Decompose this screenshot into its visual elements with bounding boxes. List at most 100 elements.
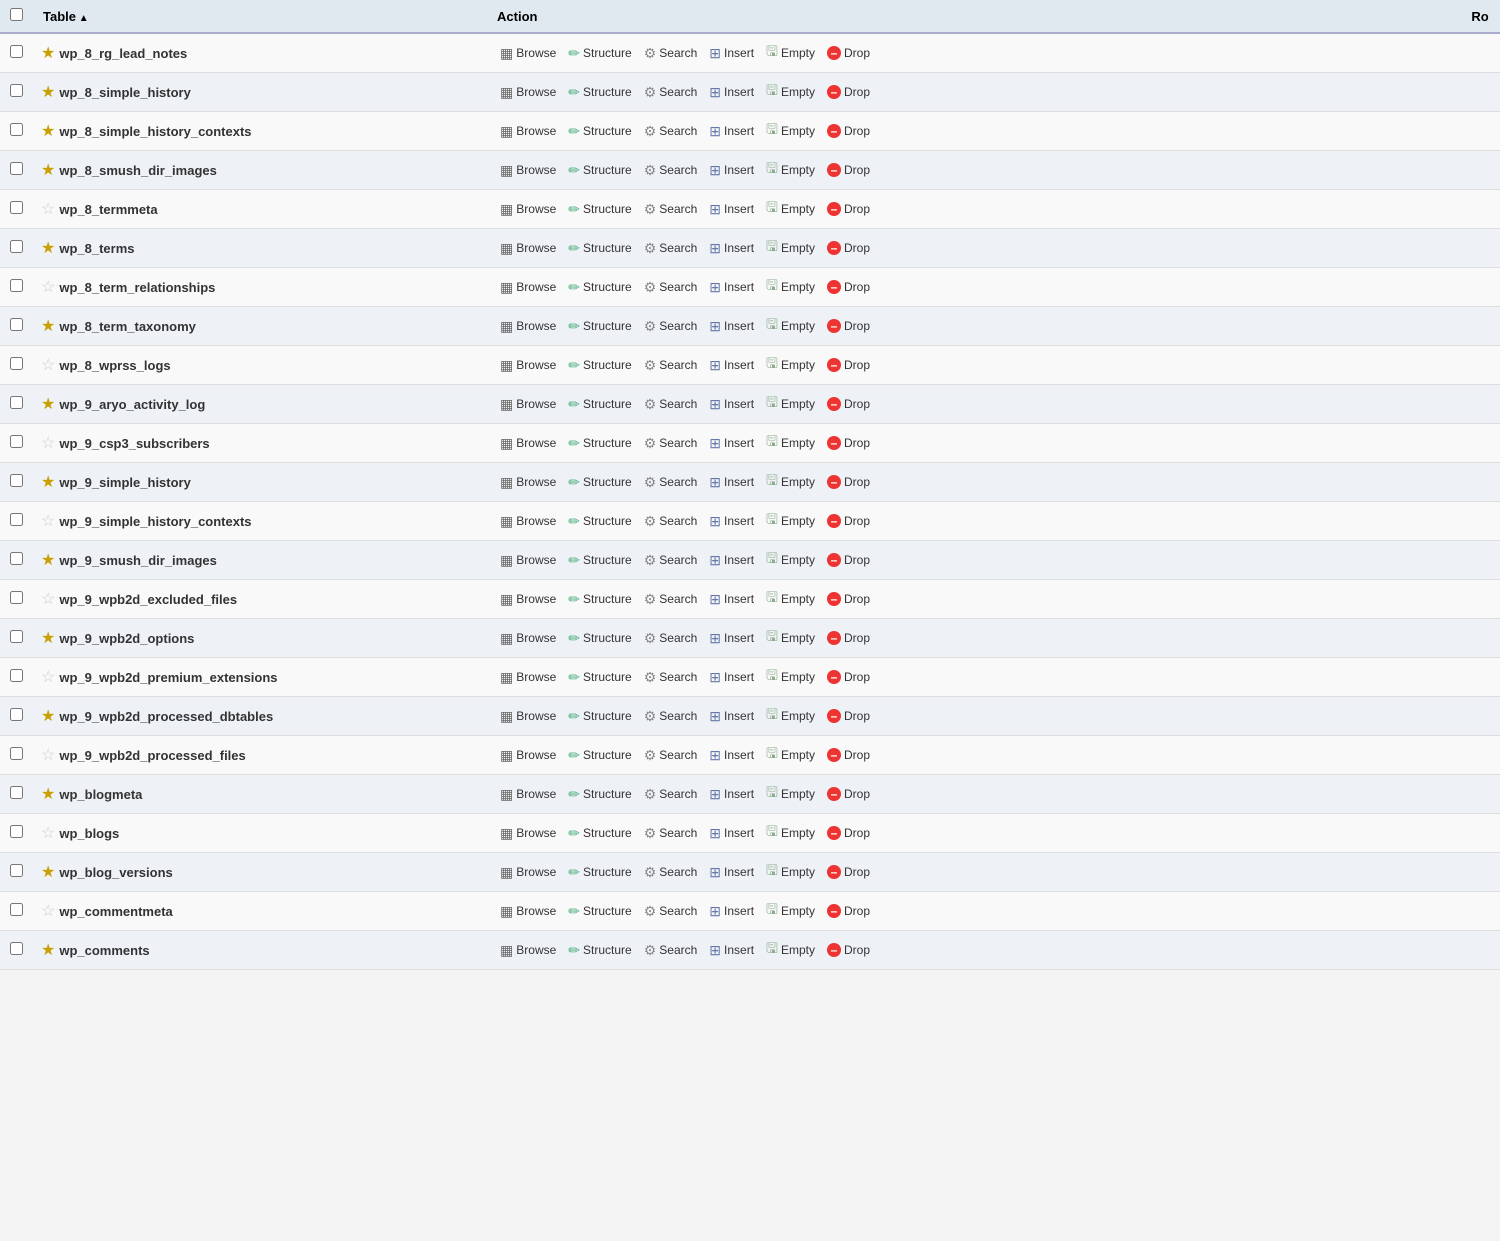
- search-button[interactable]: ⚙ Search: [639, 160, 703, 181]
- star-icon[interactable]: ★: [41, 474, 55, 491]
- drop-button[interactable]: – Drop: [822, 356, 875, 374]
- star-icon[interactable]: ☆: [41, 669, 55, 686]
- insert-button[interactable]: ⊞ Insert: [704, 901, 759, 922]
- browse-button[interactable]: ▦ Browse: [495, 277, 561, 298]
- drop-button[interactable]: – Drop: [822, 707, 875, 725]
- search-button[interactable]: ⚙ Search: [639, 82, 703, 103]
- table-name-text[interactable]: wp_9_wpb2d_processed_dbtables: [59, 709, 273, 724]
- star-icon[interactable]: ★: [41, 84, 55, 101]
- row-checkbox[interactable]: [10, 45, 23, 58]
- table-name-text[interactable]: wp_9_wpb2d_premium_extensions: [59, 670, 277, 685]
- star-icon[interactable]: ★: [41, 552, 55, 569]
- search-button[interactable]: ⚙ Search: [639, 394, 703, 415]
- browse-button[interactable]: ▦ Browse: [495, 238, 561, 259]
- table-name-text[interactable]: wp_9_wpb2d_processed_files: [59, 748, 245, 763]
- search-button[interactable]: ⚙ Search: [639, 277, 703, 298]
- insert-button[interactable]: ⊞ Insert: [704, 628, 759, 649]
- row-checkbox[interactable]: [10, 474, 23, 487]
- star-icon[interactable]: ★: [41, 240, 55, 257]
- empty-button[interactable]: 🖫 Empty: [761, 546, 820, 574]
- table-name-text[interactable]: wp_8_termmeta: [59, 202, 157, 217]
- drop-button[interactable]: – Drop: [822, 44, 875, 62]
- search-button[interactable]: ⚙ Search: [639, 589, 703, 610]
- structure-button[interactable]: ✏ Structure: [563, 121, 636, 142]
- table-name-text[interactable]: wp_8_terms: [59, 241, 134, 256]
- empty-button[interactable]: 🖫 Empty: [761, 507, 820, 535]
- drop-button[interactable]: – Drop: [822, 512, 875, 530]
- structure-button[interactable]: ✏ Structure: [563, 472, 636, 493]
- star-icon[interactable]: ☆: [41, 201, 55, 218]
- structure-button[interactable]: ✏ Structure: [563, 316, 636, 337]
- insert-button[interactable]: ⊞ Insert: [704, 940, 759, 961]
- table-name-text[interactable]: wp_9_wpb2d_excluded_files: [59, 592, 237, 607]
- structure-button[interactable]: ✏ Structure: [563, 940, 636, 961]
- browse-button[interactable]: ▦ Browse: [495, 472, 561, 493]
- header-table-name[interactable]: Table: [33, 0, 487, 33]
- structure-button[interactable]: ✏ Structure: [563, 862, 636, 883]
- row-checkbox[interactable]: [10, 84, 23, 97]
- drop-button[interactable]: – Drop: [822, 473, 875, 491]
- select-all-checkbox[interactable]: [10, 8, 23, 21]
- drop-button[interactable]: – Drop: [822, 434, 875, 452]
- empty-button[interactable]: 🖫 Empty: [761, 78, 820, 106]
- empty-button[interactable]: 🖫 Empty: [761, 858, 820, 886]
- star-icon[interactable]: ☆: [41, 435, 55, 452]
- browse-button[interactable]: ▦ Browse: [495, 784, 561, 805]
- row-checkbox[interactable]: [10, 240, 23, 253]
- search-button[interactable]: ⚙ Search: [639, 901, 703, 922]
- empty-button[interactable]: 🖫 Empty: [761, 819, 820, 847]
- browse-button[interactable]: ▦ Browse: [495, 43, 561, 64]
- insert-button[interactable]: ⊞ Insert: [704, 550, 759, 571]
- empty-button[interactable]: 🖫 Empty: [761, 585, 820, 613]
- search-button[interactable]: ⚙ Search: [639, 628, 703, 649]
- row-checkbox[interactable]: [10, 318, 23, 331]
- browse-button[interactable]: ▦ Browse: [495, 940, 561, 961]
- search-button[interactable]: ⚙ Search: [639, 433, 703, 454]
- search-button[interactable]: ⚙ Search: [639, 550, 703, 571]
- search-button[interactable]: ⚙ Search: [639, 199, 703, 220]
- search-button[interactable]: ⚙ Search: [639, 43, 703, 64]
- drop-button[interactable]: – Drop: [822, 824, 875, 842]
- drop-button[interactable]: – Drop: [822, 590, 875, 608]
- drop-button[interactable]: – Drop: [822, 395, 875, 413]
- search-button[interactable]: ⚙ Search: [639, 472, 703, 493]
- structure-button[interactable]: ✏ Structure: [563, 277, 636, 298]
- empty-button[interactable]: 🖫 Empty: [761, 468, 820, 496]
- structure-button[interactable]: ✏ Structure: [563, 43, 636, 64]
- drop-button[interactable]: – Drop: [822, 122, 875, 140]
- drop-button[interactable]: – Drop: [822, 902, 875, 920]
- structure-button[interactable]: ✏ Structure: [563, 901, 636, 922]
- insert-button[interactable]: ⊞ Insert: [704, 121, 759, 142]
- structure-button[interactable]: ✏ Structure: [563, 199, 636, 220]
- table-name-text[interactable]: wp_comments: [59, 943, 149, 958]
- row-checkbox[interactable]: [10, 747, 23, 760]
- row-checkbox[interactable]: [10, 279, 23, 292]
- star-icon[interactable]: ☆: [41, 903, 55, 920]
- browse-button[interactable]: ▦ Browse: [495, 550, 561, 571]
- drop-button[interactable]: – Drop: [822, 551, 875, 569]
- browse-button[interactable]: ▦ Browse: [495, 745, 561, 766]
- table-name-text[interactable]: wp_8_simple_history: [59, 85, 191, 100]
- browse-button[interactable]: ▦ Browse: [495, 862, 561, 883]
- insert-button[interactable]: ⊞ Insert: [704, 199, 759, 220]
- star-icon[interactable]: ★: [41, 123, 55, 140]
- empty-button[interactable]: 🖫 Empty: [761, 312, 820, 340]
- browse-button[interactable]: ▦ Browse: [495, 121, 561, 142]
- insert-button[interactable]: ⊞ Insert: [704, 277, 759, 298]
- drop-button[interactable]: – Drop: [822, 161, 875, 179]
- search-button[interactable]: ⚙ Search: [639, 121, 703, 142]
- table-name-text[interactable]: wp_8_wprss_logs: [59, 358, 170, 373]
- drop-button[interactable]: – Drop: [822, 317, 875, 335]
- row-checkbox[interactable]: [10, 513, 23, 526]
- insert-button[interactable]: ⊞ Insert: [704, 82, 759, 103]
- drop-button[interactable]: – Drop: [822, 278, 875, 296]
- star-icon[interactable]: ☆: [41, 357, 55, 374]
- empty-button[interactable]: 🖫 Empty: [761, 234, 820, 262]
- star-icon[interactable]: ☆: [41, 513, 55, 530]
- row-checkbox[interactable]: [10, 357, 23, 370]
- table-name-text[interactable]: wp_8_smush_dir_images: [59, 163, 217, 178]
- empty-button[interactable]: 🖫 Empty: [761, 663, 820, 691]
- empty-button[interactable]: 🖫 Empty: [761, 156, 820, 184]
- star-icon[interactable]: ☆: [41, 279, 55, 296]
- insert-button[interactable]: ⊞ Insert: [704, 316, 759, 337]
